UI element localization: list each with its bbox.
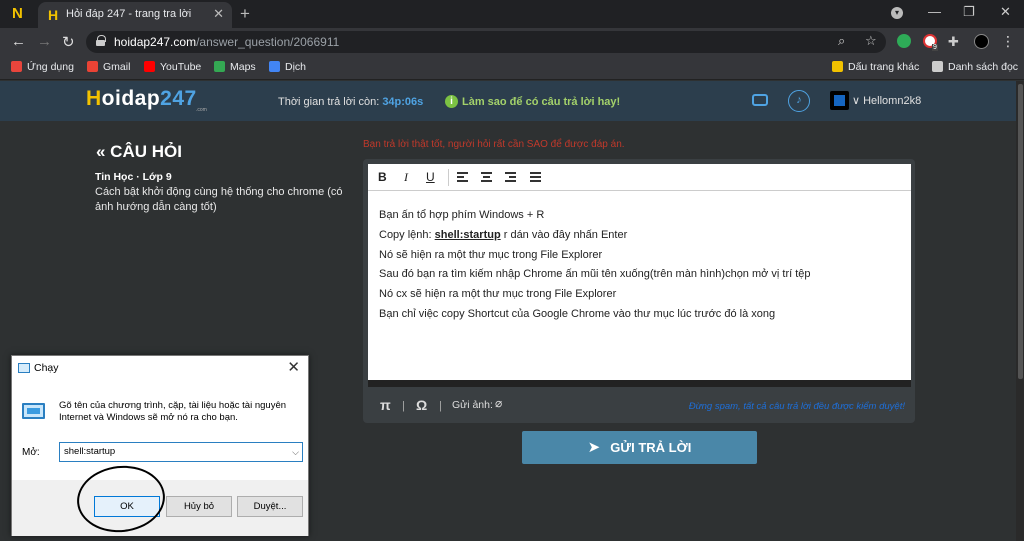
maximize-icon[interactable]: ❐ xyxy=(963,4,975,20)
browser-tab-bar: N H Hỏi đáp 247 - trang tra lời ✕ + ▾ — … xyxy=(0,0,1024,28)
bookmarks-bar: Ứng dụng Gmail YouTube Maps Dịch Dấu tra… xyxy=(0,56,1024,80)
answer-line: Nó sẽ hiện ra một thư mục trong File Exp… xyxy=(379,248,603,261)
open-label: Mở: xyxy=(22,447,40,458)
apps-grid-icon xyxy=(11,61,22,72)
browser-toolbar: ← → ↻ hoidap247.com/answer_question/2066… xyxy=(0,28,1024,56)
scrollbar-thumb[interactable] xyxy=(1018,84,1023,379)
reading-list[interactable]: Danh sách đọc xyxy=(932,61,1018,73)
run-titlebar[interactable]: Chạy ✕ xyxy=(12,356,308,380)
folder-icon xyxy=(832,61,843,72)
site-header: Hoidap247 .com Thời gian trả lời còn: 34… xyxy=(0,81,1024,121)
translate-icon xyxy=(269,61,280,72)
special-chars-omega-icon[interactable]: Ω xyxy=(416,397,427,413)
logo-domain: .com xyxy=(196,107,207,113)
send-icon: ➤ xyxy=(587,439,601,456)
answer-line-command: Copy lệnh: shell:startup r dán vào đây n… xyxy=(379,228,628,241)
bookmark-other[interactable]: Dấu trang khác xyxy=(832,61,919,73)
app-logo-icon: N xyxy=(12,5,23,22)
align-center-icon[interactable] xyxy=(481,172,492,182)
youtube-icon xyxy=(144,61,155,72)
cancel-button[interactable]: Hủy bỏ xyxy=(166,496,232,517)
back-icon[interactable]: ← xyxy=(11,33,26,50)
align-justify-icon[interactable] xyxy=(530,172,541,182)
italic-button[interactable]: I xyxy=(404,170,408,185)
menu-icon[interactable]: ⋮ xyxy=(1001,33,1015,50)
footer-divider: | xyxy=(439,400,442,412)
bookmark-apps[interactable]: Ứng dụng xyxy=(11,61,74,73)
math-pi-icon[interactable]: π xyxy=(380,397,391,413)
maps-pin-icon xyxy=(214,61,225,72)
chat-icon[interactable] xyxy=(752,94,768,106)
footer-divider: | xyxy=(402,400,405,412)
close-window-icon[interactable]: ✕ xyxy=(1000,4,1011,20)
new-tab-icon[interactable]: + xyxy=(240,4,250,24)
site-logo[interactable]: Hoidap247 xyxy=(86,87,197,111)
run-command-input[interactable]: shell:startup ⌵ xyxy=(59,442,303,462)
run-description: Gõ tên của chương trình, cặp, tài liệu h… xyxy=(59,400,287,423)
profile-avatar[interactable] xyxy=(974,34,989,49)
answer-notice: Bạn trả lời thật tốt, người hỏi rất cần … xyxy=(363,139,625,150)
answer-line: Bạn chỉ việc copy Shortcut của Google Ch… xyxy=(379,307,776,320)
reading-list-icon xyxy=(932,61,943,72)
how-to-link[interactable]: Làm sao để có câu trả lời hay! xyxy=(462,96,620,108)
tab-title: Hỏi đáp 247 - trang tra lời xyxy=(66,8,192,20)
editor-toolbar: B I U xyxy=(368,164,911,191)
username[interactable]: ∨ Hellomn2k8 xyxy=(852,94,921,107)
bookmark-gmail[interactable]: Gmail xyxy=(87,61,130,73)
bold-button[interactable]: B xyxy=(378,170,387,184)
editor-content[interactable]: Bạn ấn tổ hợp phím Windows + R Copy lệnh… xyxy=(379,206,899,325)
extension-check-icon[interactable] xyxy=(897,34,911,48)
extensions-puzzle-icon[interactable]: ✚ xyxy=(948,34,959,50)
spam-notice: Đừng spam, tất cả câu trả lời đều được k… xyxy=(688,401,905,412)
browse-button[interactable]: Duyệt... xyxy=(237,496,303,517)
answer-line: Bạn ấn tổ hợp phím Windows + R xyxy=(379,209,545,221)
align-left-icon[interactable] xyxy=(457,172,468,182)
browser-tab[interactable]: H Hỏi đáp 247 - trang tra lời ✕ xyxy=(38,2,232,28)
site-favicon-icon: H xyxy=(48,7,59,23)
question-text: Cách bật khởi động cùng hệ thống cho chr… xyxy=(95,186,343,213)
answer-line: Nó cx sẽ hiện ra một thư mục trong File … xyxy=(379,288,617,301)
close-icon[interactable]: ✕ xyxy=(287,358,300,376)
question-heading[interactable]: « CÂU HỎI xyxy=(96,142,182,162)
toolbar-divider xyxy=(448,169,449,186)
url-text[interactable]: hoidap247.com/answer_question/2066911 xyxy=(114,35,339,49)
extension-badge: 9 xyxy=(932,44,938,51)
submit-answer-button[interactable]: ➤ GỬI TRẢ LỜI xyxy=(522,431,757,464)
question-subject: Tin Học · Lớp 9 xyxy=(95,171,172,183)
upload-image-label: Gửi ảnh: xyxy=(452,399,493,411)
answer-editor[interactable]: B I U Bạn ấn tổ hợp phím Windows + R Cop… xyxy=(368,164,911,380)
paperclip-icon[interactable]: ⌀ xyxy=(495,396,502,410)
bookmark-translate[interactable]: Dịch xyxy=(269,61,306,73)
run-title: Chạy xyxy=(34,362,59,374)
align-right-icon[interactable] xyxy=(505,172,516,182)
bookmark-maps[interactable]: Maps xyxy=(214,61,256,73)
close-tab-icon[interactable]: ✕ xyxy=(213,6,224,22)
run-window-icon xyxy=(22,403,45,419)
reload-icon[interactable]: ↻ xyxy=(62,33,75,51)
tab-search-icon[interactable]: ▾ xyxy=(891,7,903,19)
bookmark-star-icon[interactable]: ☆ xyxy=(865,33,877,49)
bell-icon[interactable]: ♪ xyxy=(788,90,810,112)
answer-timer: Thời gian trả lời còn: 34p:06s xyxy=(278,96,424,108)
chevron-down-icon[interactable]: ⌵ xyxy=(292,443,299,461)
info-icon: i xyxy=(445,95,458,108)
run-icon xyxy=(18,363,30,373)
underline-button[interactable]: U xyxy=(426,170,435,184)
address-bar[interactable]: hoidap247.com/answer_question/2066911 ⌕ … xyxy=(86,31,886,53)
forward-icon[interactable]: → xyxy=(37,33,52,50)
editor-resize-bar xyxy=(368,380,911,387)
bookmark-youtube[interactable]: YouTube xyxy=(144,61,201,73)
minimize-icon[interactable]: — xyxy=(928,4,941,19)
lock-icon xyxy=(96,35,106,46)
gmail-icon xyxy=(87,61,98,72)
zoom-icon[interactable]: ⌕ xyxy=(838,33,845,49)
user-avatar[interactable] xyxy=(830,91,849,110)
answer-line: Sau đó bạn ra tìm kiếm nhập Chrome ấn mũ… xyxy=(379,268,811,281)
